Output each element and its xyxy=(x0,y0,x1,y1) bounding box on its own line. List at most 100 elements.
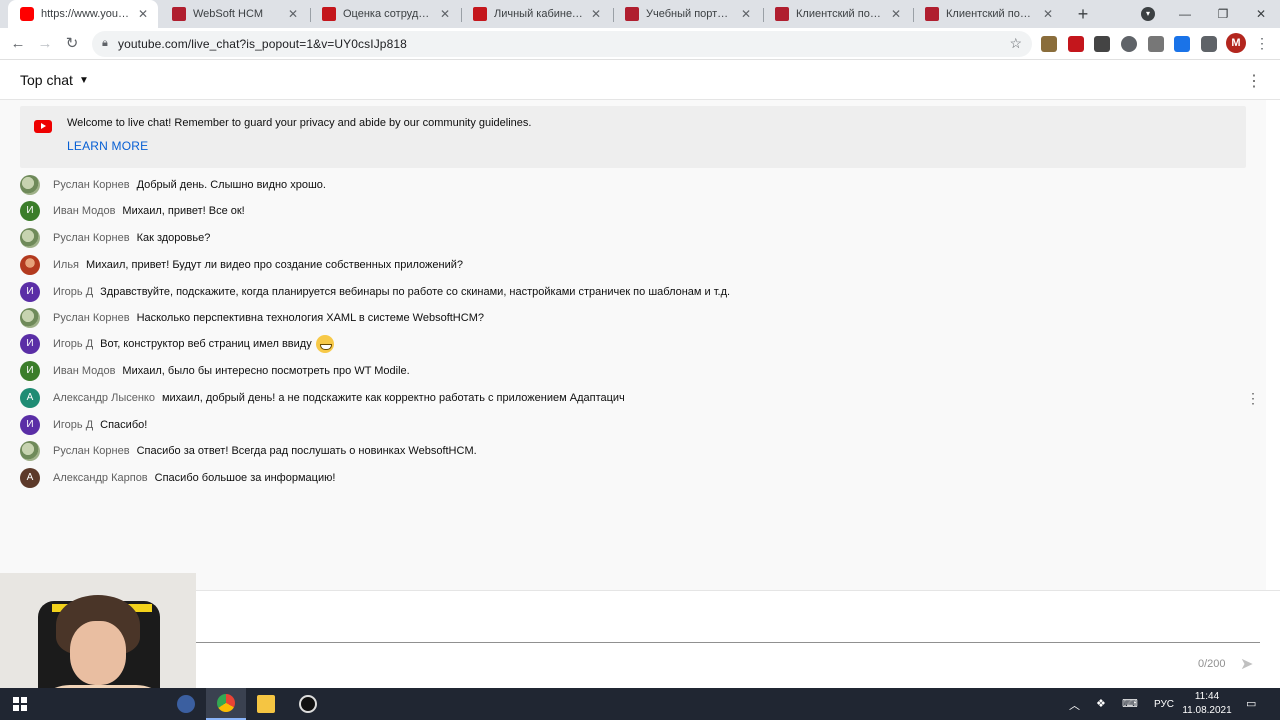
message-author[interactable]: Игорь Д xyxy=(53,286,93,298)
message-menu-icon[interactable]: ⋮ xyxy=(1246,390,1260,407)
obs-taskbar-icon[interactable] xyxy=(288,688,328,720)
close-tab-icon[interactable]: ✕ xyxy=(438,7,452,21)
profile-avatar[interactable]: M xyxy=(1226,33,1246,53)
address-bar[interactable]: 🔒︎ youtube.com/live_chat?is_popout=1&v=U… xyxy=(92,31,1032,57)
file-explorer-taskbar-icon[interactable] xyxy=(246,688,286,720)
keyboard-icon[interactable]: ⌨ xyxy=(1122,697,1138,710)
message-author[interactable]: Руслан Корнев xyxy=(53,232,130,244)
message-text: Здравствуйте, подскажите, когда планируе… xyxy=(100,286,731,298)
avatar[interactable] xyxy=(20,308,40,328)
message-author[interactable]: Илья xyxy=(53,259,79,271)
message-author[interactable]: Игорь Д xyxy=(53,338,93,350)
chat-message[interactable]: Илья Михаил, привет! Будут ли видео про с… xyxy=(20,253,1246,277)
extension-icon[interactable] xyxy=(1041,36,1057,52)
avatar[interactable] xyxy=(20,228,40,248)
browser-tab[interactable]: https://www.youtube.com/live_chat?is_pop… xyxy=(8,0,158,28)
tab-search-icon[interactable]: ▾ xyxy=(1141,7,1155,21)
message-text: Михаил, привет! Будут ли видео про созда… xyxy=(86,259,463,271)
minimize-icon[interactable]: — xyxy=(1166,0,1204,28)
lock-icon[interactable]: 🔒︎ xyxy=(102,37,108,50)
avatar[interactable]: И xyxy=(20,415,40,435)
taskbar-app-icon[interactable] xyxy=(166,688,206,720)
close-tab-icon[interactable]: ✕ xyxy=(739,7,753,21)
back-icon[interactable]: ← xyxy=(8,34,28,54)
close-tab-icon[interactable]: ✕ xyxy=(1041,7,1055,21)
send-icon[interactable]: ➤ xyxy=(1240,654,1253,674)
notifications-icon[interactable]: ▭ xyxy=(1246,697,1256,710)
mortarboard-icon xyxy=(925,7,939,21)
avatar[interactable]: И xyxy=(20,282,40,302)
browser-tab[interactable]: Клиентский портал WebSoft ✕ xyxy=(913,0,1063,28)
url-text[interactable]: youtube.com/live_chat?is_popout=1&v=UY0c… xyxy=(118,37,407,51)
chat-message[interactable]: И Игорь Д Спасибо! xyxy=(20,413,1246,437)
avatar[interactable] xyxy=(20,175,40,195)
browser-tab[interactable]: Оценка сотрудника ✕ xyxy=(310,0,460,28)
close-window-icon[interactable]: ✕ xyxy=(1242,0,1280,28)
browser-toolbar: ← → ↻ 🔒︎ youtube.com/live_chat?is_popout… xyxy=(0,28,1280,60)
chat-message[interactable]: Руслан Корнев Добрый день. Слышно видно х… xyxy=(20,173,1246,197)
browser-tab[interactable]: WebSoft HCM ✕ xyxy=(160,0,308,28)
chat-message[interactable]: Руслан Корнев Спасибо за ответ! Всегда ра… xyxy=(20,439,1246,463)
extensions-puzzle-icon[interactable] xyxy=(1201,36,1217,52)
chat-message[interactable]: И Игорь Д Вот, конструктор веб страниц име… xyxy=(20,332,1246,356)
extension-icon[interactable] xyxy=(1068,36,1084,52)
pocket-icon[interactable] xyxy=(1121,36,1137,52)
browser-menu-icon[interactable]: ⋮ xyxy=(1255,35,1269,52)
avatar[interactable]: А xyxy=(20,468,40,488)
dropbox-icon[interactable]: ❖ xyxy=(1096,697,1106,710)
browser-tab[interactable]: Клиентский портал WebSoft ✕ xyxy=(763,0,911,28)
message-author[interactable]: Игорь Д xyxy=(53,419,93,431)
close-tab-icon[interactable]: ✕ xyxy=(286,7,300,21)
new-tab-button[interactable]: + xyxy=(1073,4,1093,24)
chat-message[interactable]: Руслан Корнев Как здоровье? xyxy=(20,226,1246,250)
extension-icon[interactable] xyxy=(1094,36,1110,52)
chevron-down-icon: ▼ xyxy=(78,74,89,86)
clock[interactable]: 11:44 11.08.2021 xyxy=(1181,690,1233,718)
forward-icon[interactable]: → xyxy=(35,34,55,54)
extension-icon[interactable] xyxy=(1148,36,1164,52)
welcome-text: Welcome to live chat! Remember to guard … xyxy=(67,117,532,129)
message-author[interactable]: Руслан Корнев xyxy=(53,445,130,457)
avatar[interactable] xyxy=(20,255,40,275)
tray-chevron-up-icon[interactable]: ︿ xyxy=(1069,697,1080,713)
welcome-banner: Welcome to live chat! Remember to guard … xyxy=(20,106,1246,168)
browser-tabstrip: https://www.youtube.com/live_chat?is_pop… xyxy=(0,0,1280,28)
chat-message[interactable]: А Александр Карпов Спасибо большое за инфо… xyxy=(20,466,1246,490)
restore-icon[interactable]: ❐ xyxy=(1204,0,1242,28)
chat-mode-label: Top chat xyxy=(20,72,73,88)
message-author[interactable]: Руслан Корнев xyxy=(53,179,130,191)
message-author[interactable]: Александр Карпов xyxy=(53,472,148,484)
message-author[interactable]: Руслан Корнев xyxy=(53,312,130,324)
chat-message[interactable]: А Александр Лысенко михаил, добрый день! а… xyxy=(20,386,1246,410)
language-indicator[interactable]: РУС xyxy=(1154,699,1174,710)
message-author[interactable]: Иван Модов xyxy=(53,365,115,377)
chat-message[interactable]: И Иван Модов Михаил, было бы интересно пос… xyxy=(20,359,1246,383)
char-counter: 0/200 xyxy=(1198,658,1226,670)
bookmark-star-icon[interactable]: ☆ xyxy=(1009,35,1022,52)
chrome-taskbar-icon[interactable] xyxy=(206,688,246,720)
scrollbar[interactable] xyxy=(1266,100,1280,590)
browser-tab[interactable]: Учебный портал WebSoft ✕ xyxy=(613,0,761,28)
avatar[interactable]: А xyxy=(20,388,40,408)
chat-mode-dropdown[interactable]: Top chat ▼ xyxy=(20,72,89,88)
reload-icon[interactable]: ↻ xyxy=(62,34,82,54)
close-tab-icon[interactable]: ✕ xyxy=(589,7,603,21)
message-text: Спасибо большое за информацию! xyxy=(154,472,336,484)
chat-message[interactable]: И Игорь Д Здравствуйте, подскажите, когда … xyxy=(20,280,1246,304)
learn-more-link[interactable]: LEARN MORE xyxy=(67,139,148,153)
close-tab-icon[interactable]: ✕ xyxy=(889,7,903,21)
chat-message[interactable]: Руслан Корнев Насколько перспективна техн… xyxy=(20,306,1246,330)
message-author[interactable]: Александр Лысенко xyxy=(53,392,155,404)
avatar[interactable]: И xyxy=(20,334,40,354)
close-tab-icon[interactable]: ✕ xyxy=(136,7,150,21)
message-author[interactable]: Иван Модов xyxy=(53,205,115,217)
avatar[interactable]: И xyxy=(20,201,40,221)
windows-start-icon[interactable] xyxy=(13,697,27,711)
avatar[interactable] xyxy=(20,441,40,461)
browser-tab[interactable]: Личный кабинет Ани ✕ xyxy=(461,0,611,28)
message-input[interactable] xyxy=(196,642,1260,643)
extension-icon[interactable] xyxy=(1174,36,1190,52)
chat-menu-icon[interactable]: ⋮ xyxy=(1246,71,1262,91)
chat-message[interactable]: И Иван Модов Михаил, привет! Все ок! xyxy=(20,199,1246,223)
avatar[interactable]: И xyxy=(20,361,40,381)
